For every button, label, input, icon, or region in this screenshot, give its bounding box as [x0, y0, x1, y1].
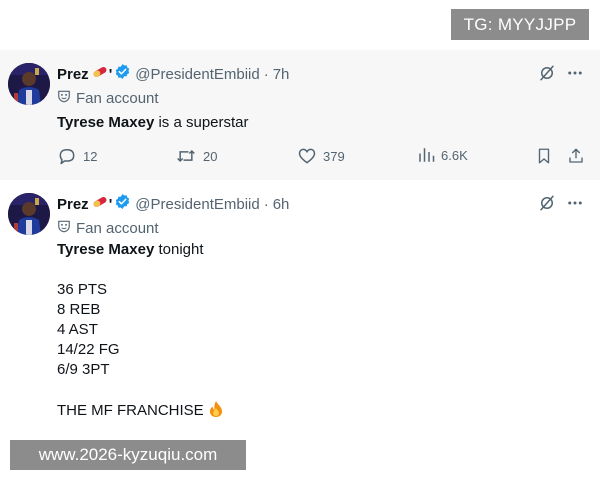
mention-name: Tyrese Maxey: [57, 114, 155, 131]
bookmark-button[interactable]: [535, 146, 559, 166]
page: TG: MYYJJPP Prez ' @PresidentEmbiid · 7h…: [0, 0, 600, 480]
author-name[interactable]: Prez: [57, 66, 89, 83]
watermark-bottom: www.2026-kyzuqiu.com: [10, 440, 246, 470]
closing-text: THE MF FRANCHISE: [57, 402, 204, 419]
stat-line: 8 REB: [57, 301, 101, 318]
mask-icon: [57, 89, 71, 107]
author-name[interactable]: Prez: [57, 196, 89, 213]
tweet-header: Prez ' @PresidentEmbiid · 7h: [57, 63, 289, 85]
views-icon: [419, 148, 435, 162]
grok-icon[interactable]: [538, 194, 556, 212]
stat-line: 6/9 3PT: [57, 361, 110, 378]
reply-button[interactable]: 12: [57, 146, 97, 166]
author-handle[interactable]: @PresidentEmbiid: [135, 196, 259, 213]
tweet-time[interactable]: 7h: [273, 66, 290, 83]
tweet-time[interactable]: 6h: [273, 196, 290, 213]
view-count: 6.6K: [441, 147, 468, 163]
retweet-icon: [177, 149, 195, 163]
avatar[interactable]: [8, 193, 50, 235]
action-bar: 12 20 379 6.6K: [57, 146, 590, 168]
verified-badge-icon: [114, 193, 131, 215]
tweet-1[interactable]: Prez ' @PresidentEmbiid · 7h Fan account…: [0, 50, 600, 180]
fan-account-text: Fan account: [76, 219, 159, 237]
heart-icon: [298, 148, 316, 164]
tweet-text: Tyrese Maxey is a superstar: [57, 113, 249, 133]
separator-dot: ·: [263, 65, 269, 83]
more-icon[interactable]: [566, 64, 584, 82]
share-button[interactable]: [567, 146, 591, 166]
reply-icon: [59, 149, 75, 165]
pill-emoji-icon: [91, 195, 109, 214]
fan-account-label: Fan account: [57, 218, 159, 238]
like-count: 379: [323, 148, 345, 164]
pill-emoji-icon: [91, 65, 109, 84]
tweet-text: Tyrese Maxey tonight 36 PTS 8 REB 4 AST …: [57, 240, 224, 420]
more-icon[interactable]: [566, 194, 584, 212]
views-button[interactable]: 6.6K: [417, 146, 468, 164]
reply-count: 12: [83, 148, 98, 164]
retweet-button[interactable]: 20: [175, 146, 217, 166]
tweet-text-rest: tonight: [154, 241, 204, 258]
share-icon: [569, 148, 583, 163]
stat-line: 36 PTS: [57, 281, 108, 298]
fan-account-text: Fan account: [76, 89, 159, 107]
grok-icon[interactable]: [538, 64, 556, 82]
tweet-text-rest: is a superstar: [154, 114, 249, 131]
mention-name: Tyrese Maxey: [57, 241, 155, 258]
fan-account-label: Fan account: [57, 88, 159, 108]
fire-emoji-icon: [208, 400, 224, 424]
author-handle[interactable]: @PresidentEmbiid: [135, 66, 259, 83]
retweet-count: 20: [203, 148, 218, 164]
stat-line: 4 AST: [57, 321, 98, 338]
separator-dot: ·: [263, 195, 269, 213]
apostrophe-mark: ': [108, 195, 113, 213]
like-button[interactable]: 379: [297, 146, 345, 166]
verified-badge-icon: [114, 63, 131, 85]
watermark-top: TG: MYYJJPP: [451, 9, 589, 40]
tweet-2[interactable]: Prez ' @PresidentEmbiid · 6h Fan account…: [0, 180, 600, 438]
mask-icon: [57, 219, 71, 237]
bookmark-icon: [538, 148, 550, 164]
avatar[interactable]: [8, 63, 50, 105]
tweet-header: Prez ' @PresidentEmbiid · 6h: [57, 193, 289, 215]
stat-line: 14/22 FG: [57, 341, 120, 358]
apostrophe-mark: ': [108, 65, 113, 83]
